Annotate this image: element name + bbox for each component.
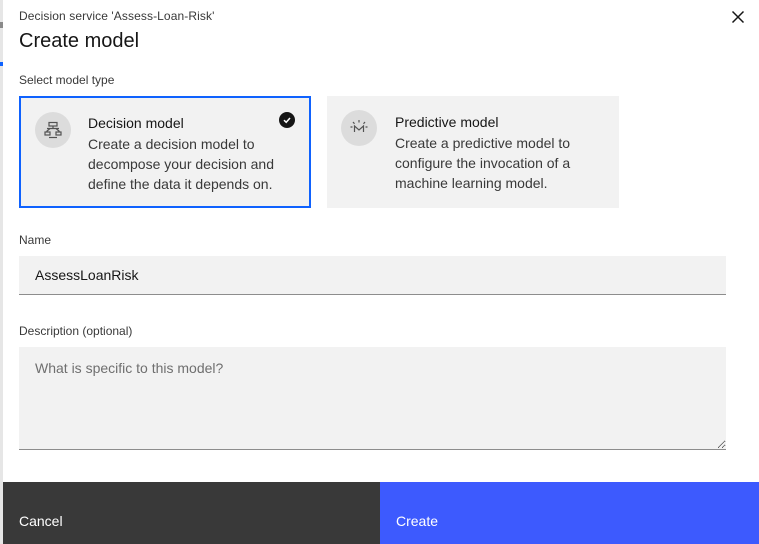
decision-model-title: Decision model [88,115,184,131]
dialog-title: Create model [19,30,140,52]
dialog-supertitle: Decision service 'Assess-Loan-Risk' [19,9,215,23]
decision-model-tile[interactable]: Decision model Create a decision model t… [19,96,311,208]
description-textarea[interactable] [19,347,726,450]
name-label: Name [19,233,52,247]
predictive-model-title: Predictive model [395,114,499,130]
name-input[interactable] [19,256,726,295]
create-button[interactable]: Create [380,482,759,544]
checkmark-icon [279,112,295,128]
description-label: Description (optional) [19,324,133,338]
cancel-button[interactable]: Cancel [3,482,380,544]
predictive-model-icon [341,110,377,146]
model-type-label: Select model type [19,73,115,87]
dialog-footer: Cancel Create [3,482,759,544]
close-button[interactable] [727,6,749,28]
close-icon [731,10,745,24]
decision-model-description: Create a decision model to decompose you… [88,136,275,192]
create-model-dialog: Decision service 'Assess-Loan-Risk' Crea… [3,0,759,544]
decision-model-icon [35,112,71,148]
predictive-model-description: Create a predictive model to configure t… [395,135,571,191]
predictive-model-tile[interactable]: Predictive model Create a predictive mod… [327,96,619,208]
